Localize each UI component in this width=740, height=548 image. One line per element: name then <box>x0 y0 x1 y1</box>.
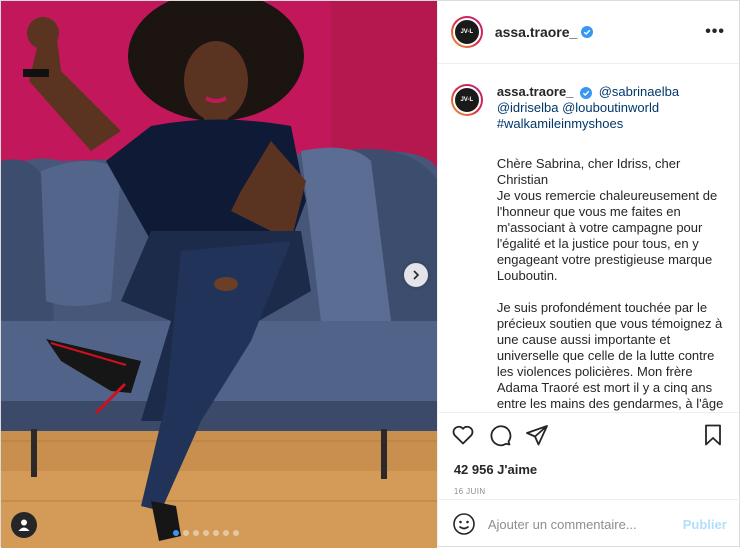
caption-username[interactable]: assa.traore_ <box>497 84 574 99</box>
bookmark-icon <box>705 424 721 445</box>
carousel-next-button[interactable] <box>404 263 428 287</box>
publish-button[interactable]: Publier <box>683 517 727 532</box>
comment-input[interactable] <box>487 516 683 532</box>
likes-count[interactable]: 42 956 J'aime <box>438 456 739 477</box>
save-button[interactable] <box>701 423 725 447</box>
carousel-dots <box>173 530 239 536</box>
share-button[interactable] <box>525 423 549 447</box>
comment-button[interactable] <box>488 423 512 447</box>
caption: JV-L assa.traore_ @sabrinaelba @idriselb… <box>450 84 725 412</box>
tagged-users-button[interactable] <box>11 512 37 538</box>
verified-badge-icon <box>580 86 593 99</box>
carousel-dot <box>173 530 179 536</box>
emoji-button[interactable] <box>452 512 476 536</box>
post-date: 16 juin <box>453 487 486 496</box>
post-side-panel: JV-L assa.traore_ ••• JV-L assa.traore_ <box>436 1 740 548</box>
heart-icon <box>452 425 474 444</box>
caption-avatar-image: JV-L <box>452 86 481 114</box>
post-header: JV-L assa.traore_ ••• <box>437 1 739 64</box>
hashtag-link[interactable]: #walkamileinmyshoes <box>497 116 623 131</box>
mention-link[interactable]: @louboutinworld <box>562 100 659 115</box>
mention-link[interactable]: @sabrinaelba <box>599 84 679 99</box>
carousel-dot <box>183 530 189 536</box>
paper-plane-icon <box>525 424 548 445</box>
chevron-right-icon <box>413 270 420 280</box>
action-bar <box>437 412 739 456</box>
caption-area: JV-L assa.traore_ @sabrinaelba @idriselb… <box>438 64 739 412</box>
carousel-dot <box>223 530 229 536</box>
carousel-dot <box>203 530 209 536</box>
avatar-image: JV-L <box>452 18 481 46</box>
carousel-dot <box>233 530 239 536</box>
mention-link[interactable]: @idriselba <box>497 100 559 115</box>
smiley-icon <box>453 513 475 535</box>
avatar[interactable]: JV-L <box>450 16 483 48</box>
caption-paragraph: Je suis profondément touchée par le préc… <box>496 300 724 411</box>
post-photo[interactable] <box>1 1 437 548</box>
photo-scene <box>1 1 437 548</box>
caption-text: assa.traore_ @sabrinaelba @idriselba @lo… <box>497 84 725 412</box>
caption-paragraph: Chère Sabrina, cher Idriss, cher Christi… <box>496 156 718 283</box>
comment-icon <box>490 424 512 446</box>
verified-badge-icon <box>581 26 594 38</box>
like-button[interactable] <box>451 423 475 447</box>
user-icon <box>18 519 30 531</box>
carousel-dot <box>193 530 199 536</box>
header-username[interactable]: assa.traore_ <box>495 24 578 40</box>
carousel-dot <box>213 530 219 536</box>
comment-bar: Publier <box>437 499 740 548</box>
more-options-button[interactable]: ••• <box>705 23 725 41</box>
caption-avatar[interactable]: JV-L <box>450 84 483 116</box>
instagram-post: JV-L assa.traore_ ••• JV-L assa.traore_ <box>0 0 740 548</box>
